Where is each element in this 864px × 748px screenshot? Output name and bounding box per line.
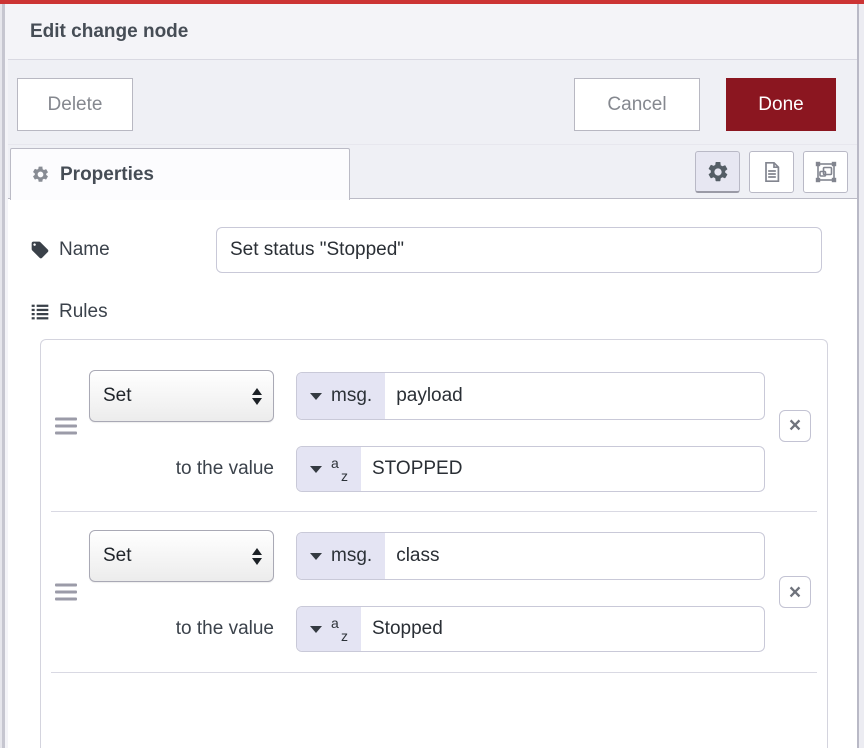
edit-change-node-dialog: Edit change node Delete Cancel Done Prop… bbox=[0, 0, 864, 748]
node-description-button[interactable] bbox=[749, 151, 794, 193]
rule2-property-typed-input: msg. bbox=[296, 532, 765, 580]
done-button[interactable]: Done bbox=[726, 78, 836, 131]
editor-tab-bar: Properties bbox=[8, 145, 857, 199]
rule1-property-typed-input: msg. bbox=[296, 372, 765, 420]
appearance-icon bbox=[814, 160, 838, 184]
editor-type-buttons bbox=[695, 151, 848, 193]
rule1-value-typed-input: a z bbox=[296, 446, 765, 492]
rule1-action-select[interactable]: Set bbox=[89, 370, 274, 422]
rule2-action-select[interactable]: Set bbox=[89, 530, 274, 582]
properties-panel: Name Rules bbox=[8, 199, 857, 748]
name-input[interactable] bbox=[216, 227, 822, 273]
rule1-property-input[interactable] bbox=[385, 373, 764, 419]
dialog-title: Edit change node bbox=[30, 21, 188, 43]
gear-icon bbox=[706, 160, 730, 184]
rules-label-text: Rules bbox=[59, 301, 108, 323]
gear-icon bbox=[31, 165, 50, 184]
rules-section-label: Rules bbox=[30, 301, 108, 323]
rule2-value-input[interactable] bbox=[361, 607, 764, 651]
chevron-down-icon bbox=[310, 393, 322, 400]
rule1-to-label: to the value bbox=[89, 458, 274, 480]
rule1-remove-button[interactable]: × bbox=[779, 410, 811, 442]
select-arrows-icon bbox=[252, 548, 262, 565]
rule2-value-type-button[interactable]: a z bbox=[297, 607, 361, 651]
rule2-remove-button[interactable]: × bbox=[779, 576, 811, 608]
editor-left-edge bbox=[0, 4, 8, 748]
chevron-down-icon bbox=[310, 626, 322, 633]
chevron-down-icon bbox=[310, 553, 322, 560]
rule-row-2: Set msg. bbox=[41, 512, 827, 672]
list-icon bbox=[30, 302, 50, 322]
delete-button[interactable]: Delete bbox=[17, 78, 133, 131]
editor-right-edge bbox=[857, 4, 864, 748]
rule1-property-line: Set msg. bbox=[89, 370, 765, 422]
name-label-text: Name bbox=[59, 239, 110, 261]
dialog-header: Edit change node bbox=[8, 4, 857, 60]
editor-header-strip bbox=[0, 0, 864, 4]
dialog-main: Edit change node Delete Cancel Done Prop… bbox=[8, 4, 857, 748]
rule1-action-value: Set bbox=[103, 385, 132, 407]
tag-icon bbox=[30, 240, 50, 260]
select-arrows-icon bbox=[252, 388, 262, 405]
cancel-button[interactable]: Cancel bbox=[574, 78, 700, 131]
node-appearance-button[interactable] bbox=[803, 151, 848, 193]
msg-prefix-label: msg. bbox=[331, 545, 372, 567]
rule1-property-type-button[interactable]: msg. bbox=[297, 373, 385, 419]
rules-container: Set msg. bbox=[40, 339, 828, 748]
rule2-value-line: to the value a z bbox=[89, 606, 765, 652]
tab-properties-label: Properties bbox=[60, 164, 154, 186]
chevron-down-icon bbox=[310, 466, 322, 473]
string-type-icon: a z bbox=[331, 456, 348, 483]
rule2-property-line: Set msg. bbox=[89, 530, 765, 582]
dialog-button-bar: Delete Cancel Done bbox=[8, 60, 857, 145]
rule2-property-input[interactable] bbox=[385, 533, 764, 579]
drag-handle-icon[interactable] bbox=[55, 417, 77, 434]
document-icon bbox=[760, 160, 784, 184]
rule2-to-label: to the value bbox=[89, 618, 274, 640]
msg-prefix-label: msg. bbox=[331, 385, 372, 407]
rule-row-1: Set msg. bbox=[41, 340, 827, 511]
tab-properties[interactable]: Properties bbox=[10, 148, 350, 200]
rule-divider bbox=[51, 672, 817, 673]
rule1-value-input[interactable] bbox=[361, 447, 764, 491]
rule2-action-value: Set bbox=[103, 545, 132, 567]
rule1-value-line: to the value a z bbox=[89, 446, 765, 492]
name-row: Name bbox=[30, 227, 822, 273]
node-properties-button[interactable] bbox=[695, 151, 740, 193]
name-field-label: Name bbox=[30, 239, 216, 261]
string-type-icon: a z bbox=[331, 616, 348, 643]
rule2-property-type-button[interactable]: msg. bbox=[297, 533, 385, 579]
rule1-value-type-button[interactable]: a z bbox=[297, 447, 361, 491]
rule2-value-typed-input: a z bbox=[296, 606, 765, 652]
drag-handle-icon[interactable] bbox=[55, 584, 77, 601]
